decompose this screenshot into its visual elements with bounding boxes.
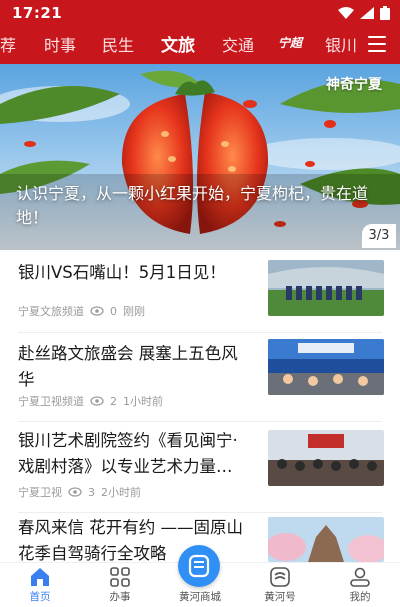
nav-label: 首页 — [29, 591, 51, 603]
banner-caption: 认识宁夏，从一颗小红果开始，宁夏枸杞，贵在道地！ — [16, 184, 369, 227]
profile-icon — [350, 567, 370, 587]
news-title[interactable]: 赴丝路文旅盛会 展塞上五色风华 — [18, 341, 254, 393]
news-views: 0 — [110, 304, 117, 318]
top-bar: 17:21 荐 时事 民生 文旅 交通 宁超 银川 — [0, 0, 400, 64]
channel-bar: 荐 时事 民生 文旅 交通 宁超 银川 — [0, 28, 400, 60]
hero-banner[interactable]: 神奇宁夏 认识宁夏，从一颗小红果开始，宁夏枸杞，贵在道地！ 3/3 — [0, 64, 400, 250]
news-source: 宁夏文旅频道 — [18, 305, 84, 318]
mall-button[interactable] — [178, 545, 220, 587]
eye-icon — [90, 306, 104, 316]
signal-icon — [360, 7, 374, 19]
channel-tab-news[interactable]: 时事 — [44, 32, 76, 56]
status-time: 17:21 — [12, 4, 63, 22]
wifi-icon — [338, 7, 354, 19]
news-meta: 宁夏卫视 3 2小时前 — [18, 484, 141, 500]
nav-label: 黄河商城 — [179, 591, 221, 603]
nav-label: 办事 — [109, 591, 131, 603]
eye-icon — [68, 487, 82, 497]
channel-tab-culture-travel[interactable]: 文旅 — [161, 31, 195, 56]
news-thumbnail[interactable] — [268, 339, 384, 395]
news-views: 3 — [88, 485, 95, 499]
news-thumbnail[interactable] — [268, 517, 384, 562]
channel-tab-recommend[interactable]: 荐 — [0, 32, 16, 56]
channel-tab-yinchuan[interactable]: 银川 — [325, 32, 357, 56]
news-source: 宁夏卫视频道 — [18, 395, 84, 408]
mall-icon — [188, 554, 210, 578]
news-item[interactable]: 赴丝路文旅盛会 展塞上五色风华 宁夏卫视频道 2 1小时前 — [0, 333, 400, 421]
menu-icon[interactable] — [368, 36, 386, 52]
grid-icon — [110, 567, 130, 587]
battery-icon — [380, 6, 390, 20]
status-bar: 17:21 — [0, 0, 400, 26]
news-time: 2小时前 — [101, 486, 141, 499]
news-time: 刚刚 — [123, 305, 145, 318]
news-title[interactable]: 银川VS石嘴山！5月1日见！ — [18, 260, 254, 286]
news-meta: 宁夏卫视频道 2 1小时前 — [18, 393, 163, 409]
news-item[interactable]: 银川VS石嘴山！5月1日见！ 宁夏文旅频道 0 刚刚 — [0, 250, 400, 332]
channel-tab-ningchao[interactable]: 宁超 — [278, 34, 302, 51]
channel-tab-livelihood[interactable]: 民生 — [102, 32, 134, 56]
eye-icon — [90, 396, 104, 406]
news-title[interactable]: 银川艺术剧院签约《看见闽宁·戏剧村落》以专业艺术力量… — [18, 428, 254, 480]
news-views: 2 — [110, 394, 117, 408]
status-icons — [338, 6, 390, 20]
news-item[interactable]: 银川艺术剧院签约《看见闽宁·戏剧村落》以专业艺术力量… 宁夏卫视 3 2小时前 — [0, 422, 400, 512]
news-time: 1小时前 — [123, 395, 163, 408]
nav-yellow-river[interactable]: 黄河号 — [250, 563, 310, 607]
channel-icon — [270, 567, 290, 587]
nav-home[interactable]: 首页 — [10, 563, 70, 607]
nav-profile[interactable]: 我的 — [330, 563, 390, 607]
banner-channel-label: 神奇宁夏 — [326, 77, 382, 93]
channel-tab-traffic[interactable]: 交通 — [222, 32, 254, 56]
nav-services[interactable]: 办事 — [90, 563, 150, 607]
news-thumbnail[interactable] — [268, 260, 384, 316]
news-thumbnail[interactable] — [268, 430, 384, 486]
banner-page-indicator: 3/3 — [362, 224, 396, 248]
news-meta: 宁夏文旅频道 0 刚刚 — [18, 303, 145, 319]
nav-label: 黄河号 — [264, 591, 296, 603]
home-icon — [31, 568, 49, 586]
news-source: 宁夏卫视 — [18, 486, 62, 499]
nav-label: 我的 — [349, 591, 371, 603]
